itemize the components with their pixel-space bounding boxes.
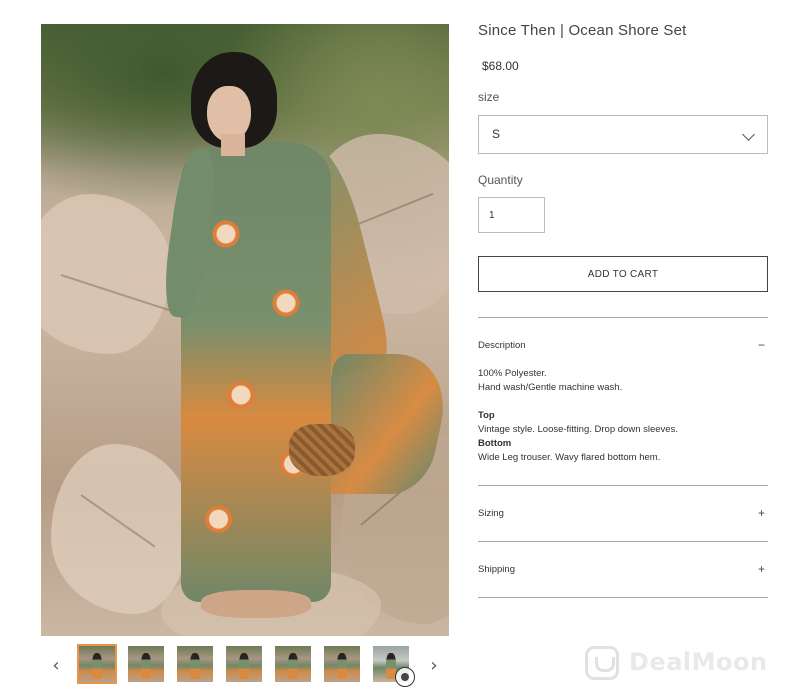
quantity-label: Quantity [478,173,523,187]
thumbnail-3[interactable] [177,646,213,682]
watermark-text: DealMoon [629,648,768,676]
accordion-shipping-header[interactable]: Shipping [478,564,515,575]
quantity-input[interactable] [478,197,545,233]
thumbnail-2[interactable] [128,646,164,682]
thumbnail-strip [77,644,419,684]
thumbnail-1[interactable] [77,644,117,684]
chevron-down-icon [742,128,755,141]
model-figure [41,24,449,636]
thumbnail-5[interactable] [275,646,311,682]
size-label: size [478,90,500,104]
accordion-description-header[interactable]: Description [478,340,526,351]
product-title: Since Then | Ocean Shore Set [478,22,687,39]
model-neck [221,134,245,156]
size-select[interactable]: S [478,115,768,154]
divider [478,541,768,542]
expand-plus-icon[interactable]: + [758,563,765,575]
size-select-value: S [492,127,501,141]
thumbnail-4[interactable] [226,646,262,682]
model-feet [201,590,311,618]
product-price: $68.00 [482,59,519,73]
add-to-cart-button[interactable]: ADD TO CART [478,256,768,292]
accordion-sizing-header[interactable]: Sizing [478,508,504,519]
dealmoon-logo-icon [585,646,619,680]
cursor-circle-icon [395,667,415,687]
description-care: Hand wash/Gentle machine wash. [478,382,623,393]
description-top-heading: Top [478,410,495,421]
divider [478,597,768,598]
collapse-minus-icon[interactable]: − [758,339,765,351]
gallery-next-arrow-icon[interactable]: › [426,656,442,676]
divider [478,317,768,318]
model-basket [289,424,355,476]
divider [478,485,768,486]
gallery-prev-arrow-icon[interactable]: ‹ [48,656,64,676]
description-bottom-text: Wide Leg trouser. Wavy flared bottom hem… [478,452,661,463]
dealmoon-watermark: DealMoon [585,645,785,685]
description-bottom-heading: Bottom [478,438,512,449]
description-top-text: Vintage style. Loose-fitting. Drop down … [478,424,678,435]
thumbnail-6[interactable] [324,646,360,682]
description-material: 100% Polyester. [478,368,547,379]
expand-plus-icon[interactable]: + [758,507,765,519]
product-main-image[interactable] [41,24,449,636]
